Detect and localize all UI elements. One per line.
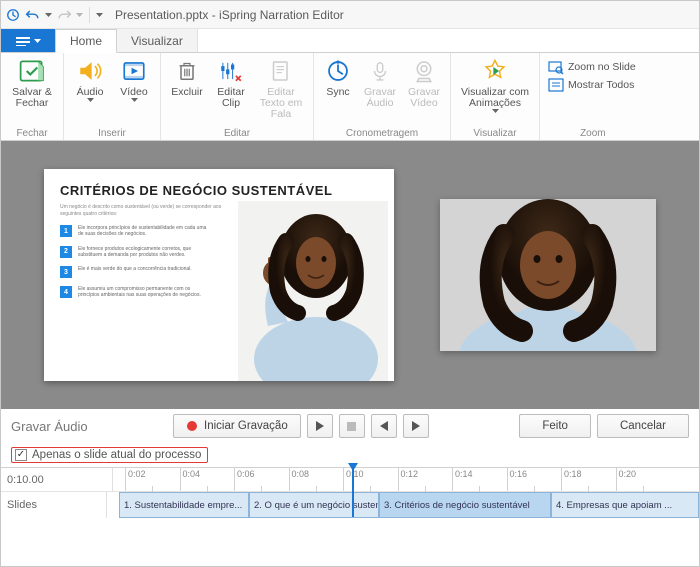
window-title: Presentation.pptx - iSpring Narration Ed… bbox=[115, 8, 344, 22]
playhead[interactable] bbox=[352, 467, 354, 517]
save-close-button[interactable]: Salvar & Fechar bbox=[7, 55, 57, 109]
checkbox-icon bbox=[15, 449, 27, 461]
slide-item-4: Ele assumiu um compromisso permanente co… bbox=[78, 286, 208, 299]
group-crono: Cronometragem bbox=[346, 126, 418, 140]
tick: 0:12 bbox=[398, 468, 419, 491]
tick: 0:06 bbox=[234, 468, 255, 491]
tab-visualizar[interactable]: Visualizar bbox=[117, 29, 198, 52]
sync-button[interactable]: Sync bbox=[320, 55, 356, 98]
tick: 0:08 bbox=[289, 468, 310, 491]
tick: 0:02 bbox=[125, 468, 146, 491]
mic-icon bbox=[366, 57, 394, 85]
prev-button[interactable] bbox=[371, 414, 397, 438]
group-fechar: Fechar bbox=[16, 126, 47, 140]
play-button[interactable] bbox=[307, 414, 333, 438]
save-close-icon bbox=[18, 57, 46, 85]
clock-icon bbox=[5, 7, 21, 23]
group-editar: Editar bbox=[224, 126, 250, 140]
redo-dropdown-icon[interactable] bbox=[76, 13, 83, 17]
zoom-slide-button[interactable]: Zoom no Slide bbox=[548, 59, 636, 75]
stop-icon bbox=[347, 422, 356, 431]
slide-clip[interactable]: 3. Critérios de negócio sustentável bbox=[379, 492, 551, 518]
audio-button[interactable]: Áudio bbox=[70, 55, 110, 102]
show-all-button[interactable]: Mostrar Todos bbox=[548, 77, 636, 93]
slide-clip[interactable]: 2. O que é um negócio sustentável bbox=[249, 492, 379, 518]
group-zoom: Zoom bbox=[580, 126, 606, 140]
record-video-button: Gravar Vídeo bbox=[404, 55, 444, 109]
edit-text-icon bbox=[267, 57, 295, 85]
delete-button[interactable]: Excluir bbox=[167, 55, 207, 98]
sync-icon bbox=[324, 57, 352, 85]
record-audio-button: Gravar Áudio bbox=[360, 55, 400, 109]
prev-icon bbox=[379, 421, 389, 431]
slide-item-3: Ele é mais verde do que a concorrência t… bbox=[78, 266, 192, 272]
slide-subtitle: Um negócio é descrito como sustentável (… bbox=[60, 204, 230, 217]
camera-preview[interactable] bbox=[440, 199, 656, 351]
tick: 0:14 bbox=[452, 468, 473, 491]
slide-preview[interactable]: CRITÉRIOS DE NEGÓCIO SUSTENTÁVEL Um negó… bbox=[44, 169, 394, 381]
presenter-image bbox=[238, 201, 388, 381]
stop-button[interactable] bbox=[339, 414, 365, 438]
file-tab[interactable] bbox=[1, 29, 55, 52]
slides-row-label: Slides bbox=[1, 492, 107, 518]
play-icon bbox=[315, 421, 325, 431]
start-recording-button[interactable]: Iniciar Gravação bbox=[173, 414, 301, 438]
preview-animations-button[interactable]: Visualizar com Animações bbox=[457, 55, 533, 113]
redo-icon[interactable] bbox=[56, 7, 72, 23]
star-play-icon bbox=[481, 57, 509, 85]
webcam-icon bbox=[410, 57, 438, 85]
slide-item-2: Ele fornece produtos ecologicamente corr… bbox=[78, 246, 208, 259]
group-inserir: Inserir bbox=[98, 126, 126, 140]
slide-clip[interactable]: 1. Sustentabilidade empre... bbox=[119, 492, 249, 518]
edit-clip-button[interactable]: Editar Clip bbox=[211, 55, 251, 109]
record-dot-icon bbox=[186, 420, 198, 432]
group-visualizar: Visualizar bbox=[473, 126, 516, 140]
show-all-icon bbox=[548, 77, 564, 93]
audio-icon bbox=[76, 57, 104, 85]
qat-dropdown-icon[interactable] bbox=[96, 13, 103, 17]
only-current-slide-checkbox[interactable]: Apenas o slide atual do processo bbox=[11, 447, 208, 463]
next-button[interactable] bbox=[403, 414, 429, 438]
done-button[interactable]: Feito bbox=[519, 414, 591, 438]
slide-item-1: Ele incorpora princípios de sustentabili… bbox=[78, 225, 208, 238]
cancel-button[interactable]: Cancelar bbox=[597, 414, 689, 438]
only-current-label: Apenas o slide atual do processo bbox=[32, 449, 201, 461]
tab-home[interactable]: Home bbox=[55, 29, 117, 53]
edit-speech-text-button: Editar Texto em Fala bbox=[255, 55, 307, 120]
edit-clip-icon bbox=[217, 57, 245, 85]
tick: 0:18 bbox=[561, 468, 582, 491]
slide-title: CRITÉRIOS DE NEGÓCIO SUSTENTÁVEL bbox=[60, 183, 378, 198]
trash-icon bbox=[173, 57, 201, 85]
slides-track[interactable]: 1. Sustentabilidade empre...2. O que é u… bbox=[107, 492, 699, 518]
tick: 0:04 bbox=[180, 468, 201, 491]
next-icon bbox=[411, 421, 421, 431]
time-ruler[interactable]: 0:020:040:060:080:100:120:140:160:180:20 bbox=[113, 468, 699, 491]
video-icon bbox=[120, 57, 148, 85]
slide-clip[interactable]: 4. Empresas que apoiam ... bbox=[551, 492, 699, 518]
undo-dropdown-icon[interactable] bbox=[45, 13, 52, 17]
preview-stage: CRITÉRIOS DE NEGÓCIO SUSTENTÁVEL Um negó… bbox=[1, 141, 699, 409]
tick: 0:20 bbox=[616, 468, 637, 491]
zoom-slide-icon bbox=[548, 59, 564, 75]
video-button[interactable]: Vídeo bbox=[114, 55, 154, 102]
tick: 0:16 bbox=[507, 468, 528, 491]
record-section-label: Gravar Áudio bbox=[11, 419, 167, 434]
current-time: 0:10.00 bbox=[1, 468, 113, 491]
undo-icon[interactable] bbox=[25, 7, 41, 23]
